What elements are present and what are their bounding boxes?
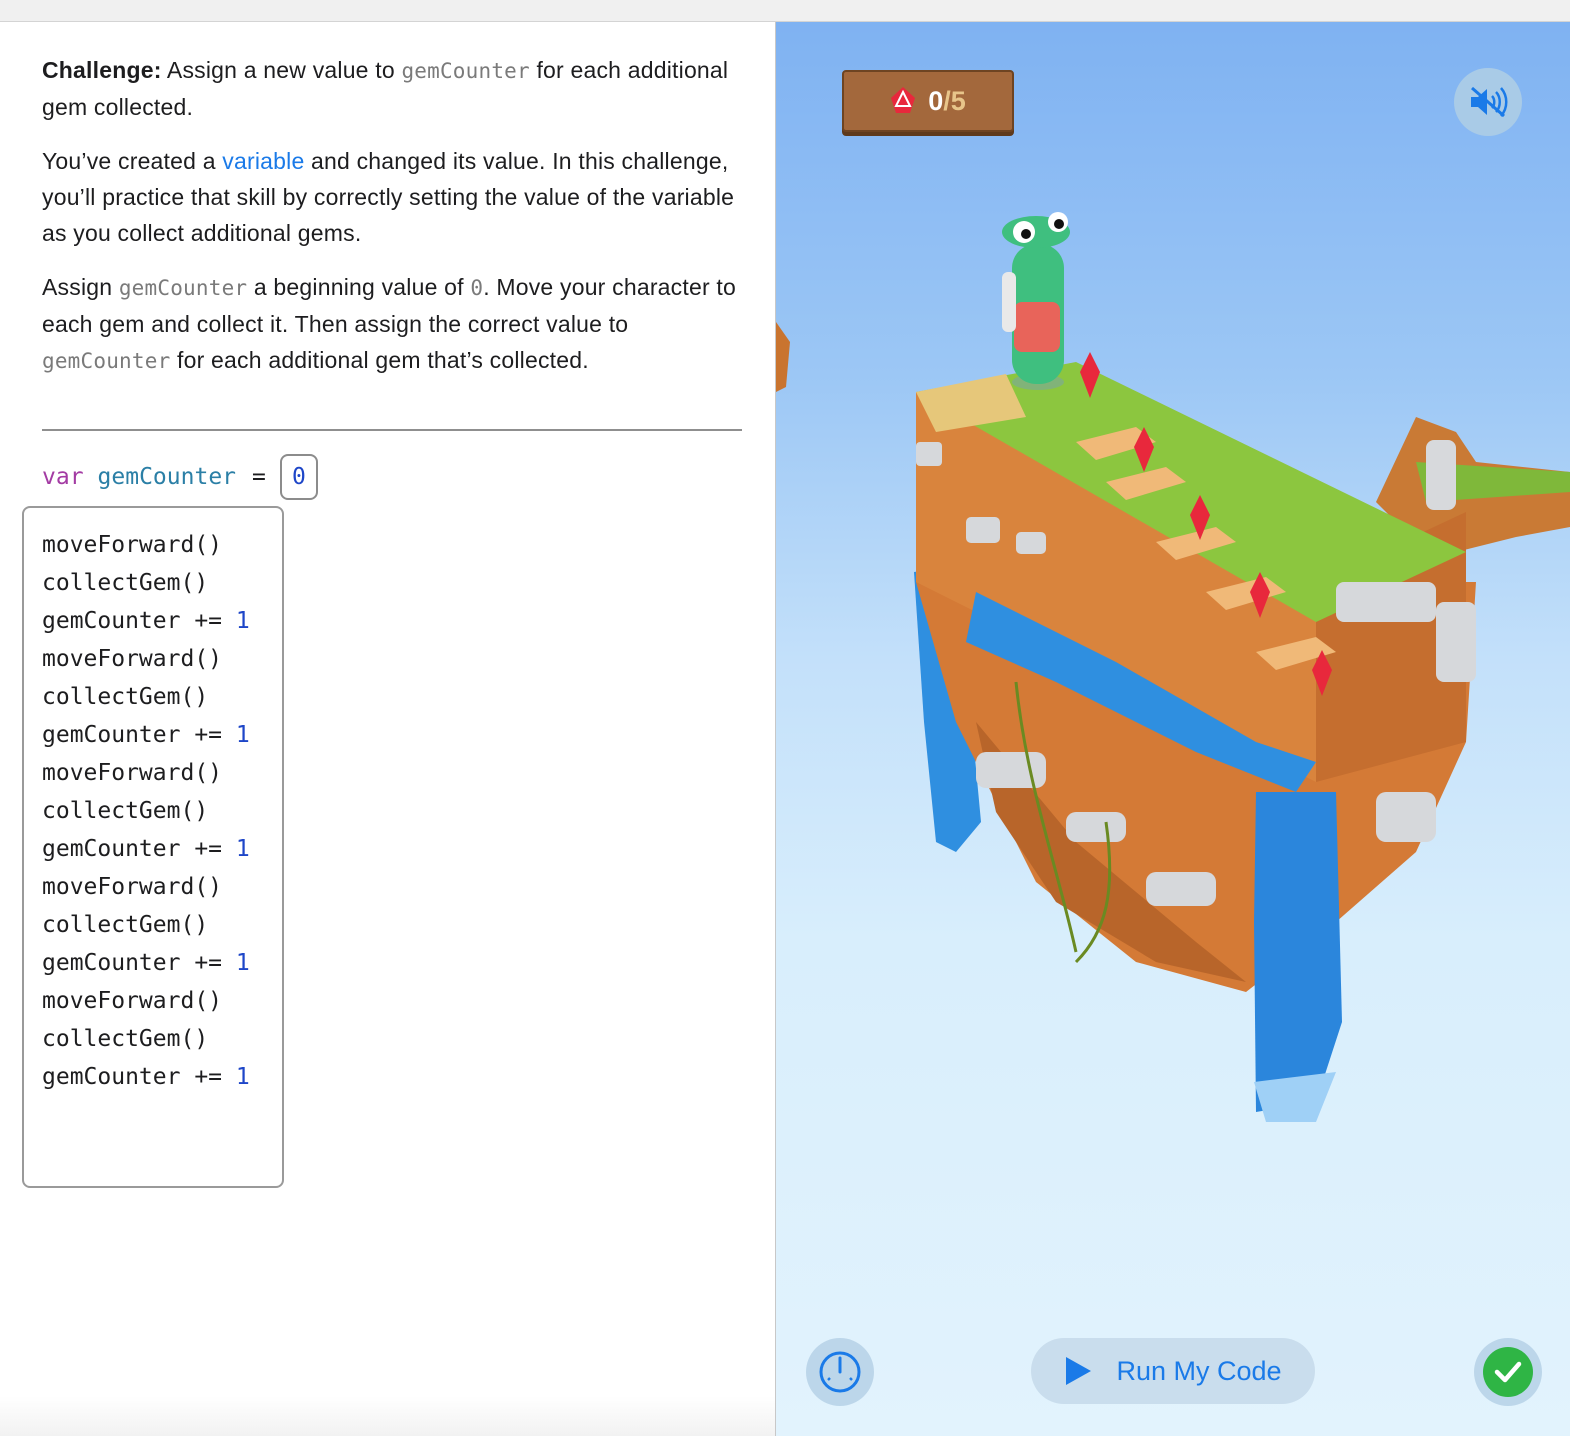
code-line[interactable]: collectGem() <box>42 678 282 716</box>
code-line-number-literal: 1 <box>235 1064 250 1090</box>
character-byte <box>1002 212 1070 390</box>
text-span: for each additional gem that’s collected… <box>170 347 589 373</box>
code-line[interactable]: moveForward() <box>42 982 282 1020</box>
code-line[interactable]: collectGem() <box>42 564 282 602</box>
code-line-text: collectGem() <box>42 570 209 596</box>
window-top-strip <box>0 0 1570 22</box>
gems-total-count: /5 <box>943 85 966 116</box>
code-line-number-literal: 1 <box>235 608 250 634</box>
challenge-label: Challenge: <box>42 57 162 83</box>
var-keyword: var <box>42 464 84 490</box>
code-line-text: gemCounter += <box>42 950 236 976</box>
complete-status-button[interactable] <box>1474 1338 1542 1406</box>
code-line-text: gemCounter += <box>42 1064 236 1090</box>
code-line[interactable]: moveForward() <box>42 526 282 564</box>
code-line[interactable]: gemCounter += 1 <box>42 716 282 754</box>
code-line[interactable]: collectGem() <box>42 792 282 830</box>
text-span: a beginning value of <box>247 274 471 300</box>
code-line[interactable]: moveForward() <box>42 868 282 906</box>
code-line-number-literal: 1 <box>235 950 250 976</box>
inline-code-gemcounter: gemCounter <box>42 349 171 373</box>
code-line[interactable]: gemCounter += 1 <box>42 1058 282 1096</box>
code-line-number-literal: 1 <box>235 836 250 862</box>
section-divider <box>42 429 742 431</box>
code-line[interactable]: moveForward() <box>42 754 282 792</box>
intro-paragraph: You’ve created a variable and changed it… <box>42 143 742 251</box>
gem-icon <box>891 87 916 113</box>
speaker-muted-icon <box>1471 86 1508 118</box>
text-span: You’ve created a <box>42 148 223 174</box>
run-button-label: Run My Code <box>1116 1355 1282 1386</box>
code-line[interactable]: gemCounter += 1 <box>42 602 282 640</box>
waterfall-right <box>1254 792 1342 1112</box>
code-line-text: moveForward() <box>42 646 223 672</box>
code-line-text: gemCounter += <box>42 608 236 634</box>
inline-code-gemcounter: gemCounter <box>118 276 248 300</box>
code-line-text: moveForward() <box>42 532 223 558</box>
code-line-text: collectGem() <box>42 798 209 824</box>
play-icon <box>1066 1357 1092 1385</box>
variable-declaration: var gemCounter = 0 <box>42 454 318 500</box>
puzzle-world-scene <box>776 212 1570 1122</box>
code-line-text: moveForward() <box>42 874 223 900</box>
speedometer-icon <box>819 1351 861 1393</box>
code-line-text: gemCounter += <box>42 722 236 748</box>
challenge-paragraph: Challenge: Assign a new value to gemCoun… <box>42 52 742 125</box>
code-line-text: moveForward() <box>42 988 223 1014</box>
task-paragraph: Assign gemCounter a beginning value of 0… <box>42 269 742 379</box>
code-line-text: collectGem() <box>42 912 209 938</box>
inline-code-gemcounter: gemCounter <box>401 59 530 83</box>
code-line[interactable]: collectGem() <box>42 906 282 944</box>
checkmark-icon <box>1494 1361 1522 1383</box>
variable-glossary-link[interactable]: variable <box>222 148 304 174</box>
code-line-text: collectGem() <box>42 1026 209 1052</box>
gems-collected-count: 0 <box>928 85 944 116</box>
run-my-code-button[interactable]: Run My Code <box>1031 1338 1315 1404</box>
code-line-text: moveForward() <box>42 760 223 786</box>
code-line-number-literal: 1 <box>235 722 250 748</box>
checkmark-badge <box>1483 1347 1533 1397</box>
assignment-operator: = <box>252 464 266 490</box>
code-line[interactable]: gemCounter += 1 <box>42 944 282 982</box>
instructions-pane: Challenge: Assign a new value to gemCoun… <box>0 22 775 1436</box>
mute-button[interactable] <box>1454 68 1522 136</box>
code-editor[interactable]: moveForward() collectGem() gemCounter += 1… <box>22 506 284 1188</box>
inline-code-zero: 0 <box>470 276 484 300</box>
speed-button[interactable] <box>806 1338 874 1406</box>
code-line[interactable]: gemCounter += 1 <box>42 830 282 868</box>
text-span: Assign <box>42 274 119 300</box>
text-span: Assign a new value to <box>161 57 402 83</box>
initial-value-field[interactable]: 0 <box>279 454 318 500</box>
code-line[interactable]: moveForward() <box>42 640 282 678</box>
code-line-text: gemCounter += <box>42 836 236 862</box>
pane-bottom-fade <box>0 1396 775 1436</box>
code-line-text: collectGem() <box>42 684 209 710</box>
code-line[interactable]: collectGem() <box>42 1020 282 1058</box>
gem-counter-sign: 0/5 <box>842 70 1014 132</box>
game-view[interactable]: 0/5 Run My Code <box>776 22 1570 1436</box>
code-lines: moveForward() collectGem() gemCounter += 1… <box>42 526 282 1096</box>
variable-name: gemCounter <box>97 464 237 490</box>
challenge-description: Challenge: Assign a new value to gemCoun… <box>42 52 742 397</box>
